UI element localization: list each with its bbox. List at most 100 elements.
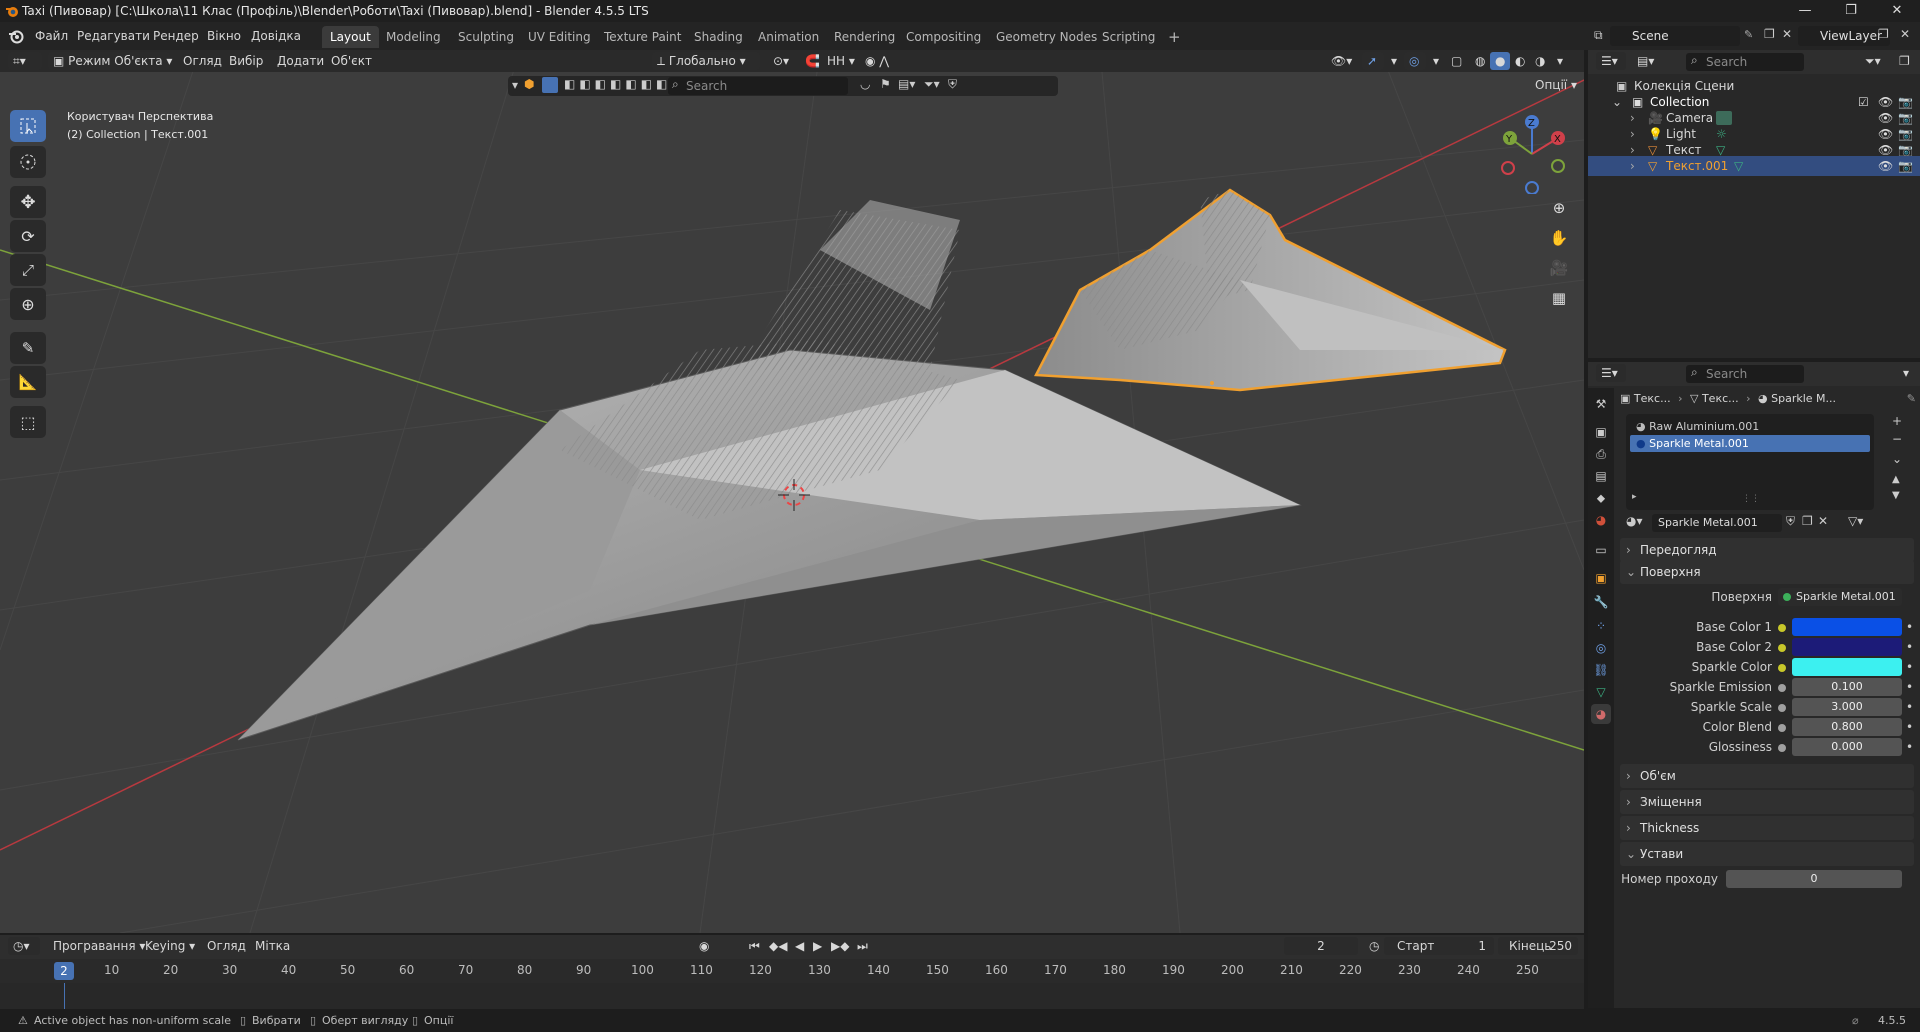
move-down-icon[interactable]: ▼: [1892, 490, 1900, 501]
surface-shader-field[interactable]: Sparkle Metal.001: [1778, 588, 1902, 606]
record-icon[interactable]: ◉: [694, 937, 714, 955]
shading-wireframe-icon[interactable]: ◍: [1470, 52, 1490, 70]
gizmo-dropdown-icon[interactable]: ▾: [1386, 52, 1402, 70]
number-field[interactable]: 3.000: [1792, 698, 1902, 716]
data-tab-icon[interactable]: ▽: [1591, 682, 1611, 702]
keyframe-dot-icon[interactable]: •: [1906, 640, 1913, 654]
pan-hand-icon[interactable]: ✋: [1545, 224, 1573, 252]
tab-compositing[interactable]: Compositing: [898, 26, 989, 48]
navigation-gizmo[interactable]: Z X Y: [1490, 110, 1574, 194]
constraints-tab-icon[interactable]: ⛓: [1591, 660, 1611, 680]
grid-view-icon[interactable]: ▦: [1545, 284, 1573, 312]
material-slot-item[interactable]: ◕ Raw Aluminium.001: [1630, 418, 1870, 435]
link-type-icon[interactable]: ▽▾: [1848, 514, 1863, 528]
material-tab-icon[interactable]: ◕: [1591, 704, 1611, 724]
view-layer-selector[interactable]: ViewLayer: [1798, 26, 1890, 46]
zoom-icon[interactable]: ⊕: [1545, 194, 1573, 222]
eye-icon[interactable]: 👁: [1878, 156, 1893, 176]
remove-slot-button[interactable]: −: [1892, 432, 1902, 446]
world-tab-icon[interactable]: ◕: [1591, 510, 1611, 530]
new-view-layer-icon[interactable]: ❐: [1878, 27, 1889, 41]
tool-tab-icon[interactable]: ⚒: [1591, 394, 1611, 414]
modifiers-tab-icon[interactable]: 🔧: [1591, 592, 1611, 612]
timeline-editor-type-icon[interactable]: ◷▾: [8, 937, 40, 955]
panel-thickness[interactable]: › Thickness: [1620, 816, 1914, 840]
visibility-icon[interactable]: 👁▾: [1326, 52, 1357, 70]
color-swatch[interactable]: [1792, 638, 1902, 656]
tab-uv-editing[interactable]: UV Editing: [520, 26, 599, 48]
panel-displacement[interactable]: › Зміщення: [1620, 790, 1914, 814]
end-frame-field[interactable]: Кінець 250: [1498, 937, 1578, 955]
material-browse-icon[interactable]: ◕▾: [1626, 514, 1643, 528]
material-slot-item[interactable]: ● Sparkle Metal.001: [1630, 435, 1870, 452]
close-button[interactable]: ✕: [1874, 0, 1920, 22]
tab-sculpting[interactable]: Sculpting: [450, 26, 522, 48]
menu-render[interactable]: Рендер: [146, 27, 206, 45]
current-frame-field[interactable]: 2: [1284, 937, 1358, 955]
outliner-editor-type-icon[interactable]: ☰▾: [1596, 52, 1626, 70]
next-keyframe-icon[interactable]: ▶◆: [826, 937, 854, 955]
shield-icon[interactable]: ⛨: [948, 77, 957, 92]
timeline-editor[interactable]: ◷▾ Програвання ▾ Keying ▾ Огляд Мітка ◉ …: [0, 935, 1584, 1009]
panel-surface[interactable]: ⌄ Поверхня: [1620, 560, 1914, 584]
editor-type-icon[interactable]: ⌗▾: [8, 52, 42, 70]
number-field[interactable]: 0.000: [1792, 738, 1902, 756]
pass-index-field[interactable]: 0: [1726, 870, 1902, 888]
filter-icon[interactable]: ⏷▾: [924, 77, 940, 92]
pivot-icon[interactable]: ⊙▾: [768, 52, 794, 70]
xray-toggle-icon[interactable]: ▢: [1446, 52, 1467, 70]
jump-start-icon[interactable]: ⏮: [744, 937, 765, 955]
menu-playback[interactable]: Програвання ▾: [48, 937, 150, 955]
new-collection-icon[interactable]: ❐: [1894, 52, 1915, 70]
prev-keyframe-icon[interactable]: ◆◀: [764, 937, 792, 955]
chevron-down-icon[interactable]: ▾: [1898, 364, 1914, 382]
unlink-icon[interactable]: ✕: [1818, 514, 1828, 528]
keyframe-dot-icon[interactable]: •: [1906, 740, 1913, 754]
physics-tab-icon[interactable]: ◎: [1591, 638, 1611, 658]
duplicate-icon[interactable]: ❐: [1802, 514, 1813, 528]
rotate-tool[interactable]: ⟳: [10, 220, 46, 252]
delete-scene-icon[interactable]: ✕: [1782, 27, 1792, 41]
particles-tab-icon[interactable]: ⁘: [1591, 616, 1611, 636]
outliner-search-input[interactable]: Search: [1686, 53, 1804, 71]
select-box-tool[interactable]: [10, 110, 46, 142]
shading-material-icon[interactable]: ◐: [1510, 52, 1530, 70]
3d-viewport[interactable]: ⌗▾ ▣ Режим Об'єкта ▾ Огляд Вибір Додати …: [0, 50, 1584, 933]
delete-view-layer-icon[interactable]: ✕: [1900, 27, 1910, 41]
display-mode-icon[interactable]: ▤▾: [1632, 52, 1659, 70]
select-box-icon[interactable]: [542, 77, 558, 93]
number-field[interactable]: 0.800: [1792, 718, 1902, 736]
scale-tool[interactable]: ⤢: [10, 254, 46, 286]
render-tab-icon[interactable]: ▣: [1591, 422, 1611, 442]
snap-target[interactable]: НН ▾: [822, 52, 860, 70]
play-reverse-icon[interactable]: ◀: [790, 937, 809, 955]
pin-icon[interactable]: ✎: [1907, 388, 1916, 410]
playhead[interactable]: 2: [54, 962, 74, 980]
keyframe-dot-icon[interactable]: •: [1906, 720, 1913, 734]
tab-layout[interactable]: Layout: [322, 26, 379, 48]
tab-animation[interactable]: Animation: [750, 26, 827, 48]
output-tab-icon[interactable]: ⎙: [1591, 444, 1611, 464]
shading-dropdown-icon[interactable]: ▾: [1552, 52, 1568, 70]
annotate-tool[interactable]: ✎: [10, 332, 46, 364]
properties-editor-type-icon[interactable]: ☰▾: [1596, 364, 1626, 382]
shading-rendered-icon[interactable]: ◑: [1530, 52, 1550, 70]
color-swatch[interactable]: [1792, 618, 1902, 636]
transform-tool[interactable]: ⊕: [10, 288, 46, 320]
viewport-scene[interactable]: [0, 50, 1584, 933]
menu-view[interactable]: Огляд: [178, 52, 227, 70]
collapse-icon[interactable]: ◡: [860, 77, 870, 91]
timeline-ruler[interactable]: 2 10 20 30 40 50 60 70 80 90 100 110 120…: [0, 959, 1584, 983]
blender-menu-icon[interactable]: [8, 28, 24, 44]
viewport-search-input[interactable]: Search: [668, 77, 848, 95]
cursor-tool[interactable]: [10, 146, 46, 178]
jump-end-icon[interactable]: ⏭: [852, 937, 873, 955]
maximize-button[interactable]: ❐: [1828, 0, 1874, 22]
camera-render-icon[interactable]: 📷: [1898, 156, 1913, 176]
keyframe-dot-icon[interactable]: •: [1906, 620, 1913, 634]
mode-selector[interactable]: ▣ Режим Об'єкта ▾: [48, 52, 172, 70]
scene-tab-icon[interactable]: ⬥: [1591, 488, 1611, 508]
filter-icon[interactable]: ⏷▾: [1860, 52, 1886, 70]
camera-view-icon[interactable]: 🎥: [1545, 254, 1573, 282]
gizmo-toggle-icon[interactable]: ➚: [1362, 52, 1384, 70]
